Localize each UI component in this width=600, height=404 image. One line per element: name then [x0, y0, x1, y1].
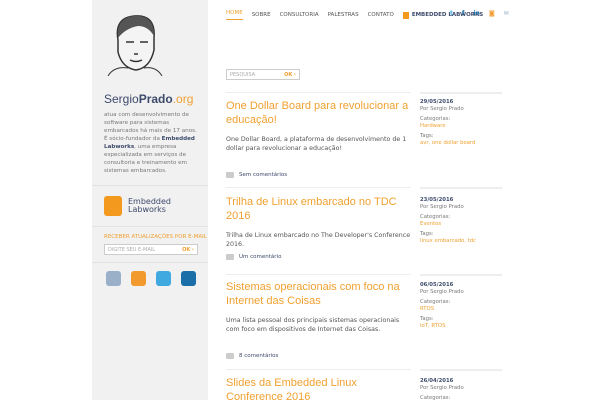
- comments-link[interactable]: 8 comentários: [239, 353, 278, 359]
- brand-line: Labworks: [128, 205, 166, 214]
- post-author: Por Sergio Prado: [420, 106, 464, 112]
- email-icon[interactable]: [106, 271, 121, 286]
- nav-contato[interactable]: CONTATO: [368, 12, 394, 18]
- divider: [92, 262, 208, 263]
- categories-label: Categorias:: [420, 395, 451, 401]
- comment-icon: [226, 353, 234, 359]
- logo-text-bold: Prado: [138, 92, 173, 106]
- author-avatar: [107, 15, 163, 76]
- search-button[interactable]: OK ›: [284, 72, 296, 78]
- post: One Dollar Board para revolucionar a edu…: [226, 99, 516, 187]
- tags-label: Tags:: [420, 231, 434, 237]
- nav-palestras[interactable]: PALESTRAS: [328, 12, 359, 18]
- post-comments[interactable]: Um comentário: [226, 254, 281, 260]
- nav-home[interactable]: HOME: [226, 10, 243, 20]
- email-input[interactable]: DIGITE SEU E-MAIL OK ›: [104, 244, 198, 255]
- divider: [226, 274, 411, 275]
- category-link[interactable]: Eventos: [420, 221, 515, 228]
- post-date: 23/05/2016: [420, 197, 454, 203]
- search-placeholder: PESQUISA: [230, 72, 256, 78]
- category-link[interactable]: Hardware: [420, 123, 515, 130]
- main-nav: HOME SOBRE CONSULTORIA PALESTRAS CONTATO…: [226, 10, 483, 20]
- categories-label: Categorias:: [420, 299, 451, 305]
- tags-label: Tags:: [420, 133, 434, 139]
- post-meta: 29/05/2016 Por Sergio Prado Categorias: Har…: [420, 99, 515, 147]
- email-submit-button[interactable]: OK ›: [182, 247, 194, 253]
- search-input[interactable]: PESQUISA OK ›: [226, 69, 300, 80]
- embedded-labworks-logo[interactable]: Embedded Labworks: [104, 196, 171, 216]
- logo-suffix: .org: [172, 92, 194, 106]
- categories-label: Categorias:: [420, 214, 451, 220]
- post-author: Por Sergio Prado: [420, 204, 464, 210]
- tags-label: Tags:: [420, 316, 434, 322]
- divider: [420, 92, 502, 94]
- linkedin-icon[interactable]: in: [474, 10, 480, 17]
- divider: [92, 185, 208, 186]
- category-link[interactable]: RTOS: [420, 306, 515, 313]
- divider: [420, 187, 502, 189]
- post-meta: 26/04/2016 Por Sergio Prado Categorias:: [420, 378, 515, 402]
- rss-icon[interactable]: [131, 271, 146, 286]
- post-date: 26/04/2016: [420, 378, 454, 384]
- subscribe-label: RECEBER ATUALIZAÇÕES POR E-MAIL: [104, 234, 207, 240]
- comment-icon: [226, 172, 234, 178]
- post-author: Por Sergio Prado: [420, 289, 464, 295]
- social-links: [106, 271, 196, 286]
- post-excerpt: Uma lista pessoal dos principais sistema…: [226, 317, 400, 333]
- divider: [226, 369, 411, 370]
- post-author: Por Sergio Prado: [420, 385, 464, 391]
- labworks-icon: [402, 11, 409, 19]
- rss-icon[interactable]: ◙: [489, 10, 495, 17]
- linkedin-icon[interactable]: [181, 271, 196, 286]
- post-excerpt: One Dollar Board, a plataforma de desenv…: [226, 136, 407, 152]
- nav-sobre[interactable]: SOBRE: [252, 12, 271, 18]
- post-comments[interactable]: 8 comentários: [226, 353, 278, 359]
- sidebar: SergioPrado.org atua com desenvolvimento…: [92, 0, 208, 400]
- nav-consultoria[interactable]: CONSULTORIA: [280, 12, 319, 18]
- labworks-icon: [104, 196, 122, 216]
- facebook-icon[interactable]: f: [462, 10, 465, 17]
- divider: [226, 92, 411, 93]
- logo-text: Sergio: [104, 92, 139, 106]
- site-logo[interactable]: SergioPrado.org: [104, 92, 193, 106]
- twitter-icon[interactable]: [156, 271, 171, 286]
- email-placeholder: DIGITE SEU E-MAIL: [108, 247, 156, 253]
- post-date: 06/05/2016: [420, 282, 454, 288]
- post-comments[interactable]: Sem comentários: [226, 172, 287, 178]
- post-excerpt: Trilha de Linux embarcado no The Develop…: [226, 232, 411, 248]
- post-date: 29/05/2016: [420, 99, 454, 105]
- post-meta: 06/05/2016 Por Sergio Prado Categorias: RTO…: [420, 282, 515, 330]
- post: Sistemas operacionais com foco na Intern…: [226, 280, 516, 359]
- header-social: t f in ◙ ✉: [450, 10, 509, 17]
- author-description: atua com desenvolvimento de software par…: [104, 111, 202, 175]
- tags-links[interactable]: IoT, RTOS: [420, 323, 515, 330]
- post-meta: 23/05/2016 Por Sergio Prado Categorias: Eve…: [420, 197, 515, 245]
- post-title[interactable]: Sistemas operacionais com foco na Intern…: [226, 280, 411, 308]
- comments-link[interactable]: Um comentário: [239, 254, 281, 260]
- post: Trilha de Linux embarcado no TDC 2016 Tr…: [226, 195, 516, 260]
- twitter-icon[interactable]: t: [450, 10, 453, 17]
- categories-label: Categorias:: [420, 116, 451, 122]
- divider: [226, 187, 411, 188]
- tags-links[interactable]: linux embarcado, tdc: [420, 238, 515, 245]
- post-title[interactable]: Trilha de Linux embarcado no TDC 2016: [226, 195, 411, 223]
- divider: [92, 226, 208, 227]
- post-title[interactable]: One Dollar Board para revolucionar a edu…: [226, 99, 411, 127]
- comments-link[interactable]: Sem comentários: [239, 172, 287, 178]
- mail-icon[interactable]: ✉: [504, 10, 509, 17]
- divider: [420, 274, 502, 276]
- comment-icon: [226, 254, 234, 260]
- tags-links[interactable]: avr, one dollar board: [420, 140, 515, 147]
- divider: [420, 369, 502, 371]
